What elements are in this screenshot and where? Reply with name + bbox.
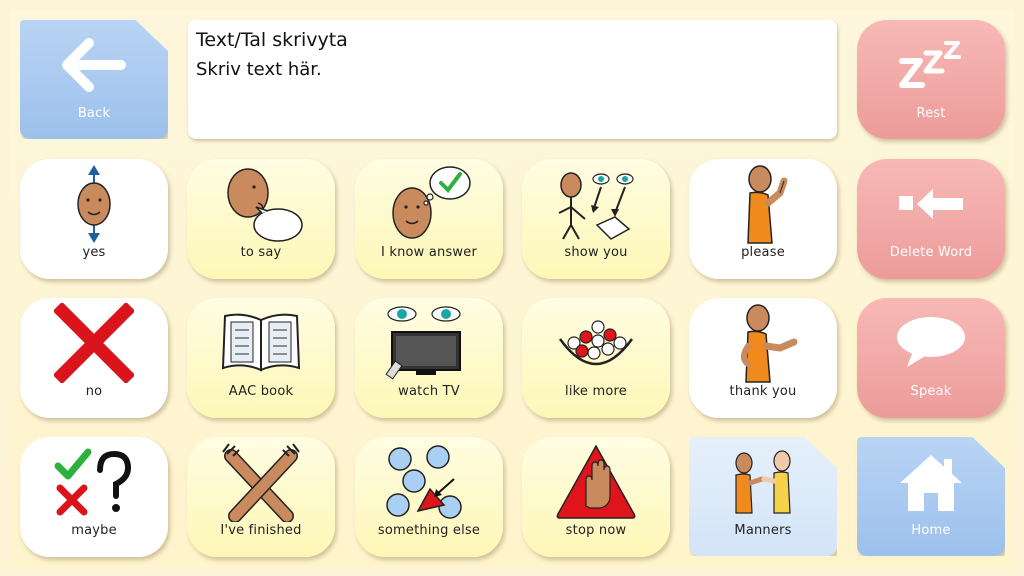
sleep-zzz-icon <box>857 20 1005 110</box>
text-area-placeholder: Skriv text här. <box>196 59 322 80</box>
back-button[interactable]: Back <box>20 20 168 139</box>
ive-finished-label: I've finished <box>220 523 302 538</box>
delete-word-icon <box>857 159 1005 249</box>
rest-label: Rest <box>916 106 946 121</box>
to-say-label: to say <box>240 245 282 260</box>
show-you-button[interactable]: show you <box>522 159 670 279</box>
something-else-icon <box>355 437 503 527</box>
manners-folder-button[interactable]: Manners <box>689 437 837 556</box>
stop-hand-icon <box>522 437 670 527</box>
bowl-of-balls-icon <box>522 298 670 388</box>
watch-tv-label: watch TV <box>398 384 460 399</box>
show-you-icon <box>522 159 670 249</box>
please-label: please <box>741 245 785 260</box>
i-know-answer-label: I know answer <box>380 245 477 260</box>
delete-word-label: Delete Word <box>889 245 973 260</box>
something-else-label: something else <box>377 523 481 538</box>
speaking-person-icon <box>187 159 335 249</box>
back-arrow-icon <box>20 20 168 110</box>
aac-book-label: AAC book <box>228 384 294 399</box>
stop-now-button[interactable]: stop now <box>522 437 670 557</box>
delete-word-button[interactable]: Delete Word <box>857 159 1005 279</box>
i-know-answer-button[interactable]: I know answer <box>355 159 503 279</box>
maybe-label: maybe <box>71 523 117 538</box>
something-else-button[interactable]: something else <box>355 437 503 557</box>
maybe-button[interactable]: maybe <box>20 437 168 557</box>
speech-bubble-icon <box>857 298 1005 388</box>
back-label: Back <box>77 106 111 121</box>
speak-label: Speak <box>910 384 952 399</box>
manners-people-icon <box>689 437 837 527</box>
thank-you-button[interactable]: thank you <box>689 298 837 418</box>
yes-label: yes <box>82 245 106 260</box>
yes-nod-icon <box>20 159 168 249</box>
home-button[interactable]: Home <box>857 437 1005 556</box>
stop-now-label: stop now <box>565 523 627 538</box>
ive-finished-button[interactable]: I've finished <box>187 437 335 557</box>
crossed-arms-icon <box>187 437 335 527</box>
thank-you-person-icon <box>689 298 837 388</box>
yes-button[interactable]: yes <box>20 159 168 279</box>
watch-tv-button[interactable]: watch TV <box>355 298 503 418</box>
speak-button[interactable]: Speak <box>857 298 1005 418</box>
message-text-area[interactable]: Text/Tal skrivyta Skriv text här. <box>188 20 837 139</box>
home-label: Home <box>911 523 951 538</box>
please-button[interactable]: please <box>689 159 837 279</box>
like-more-label: like more <box>565 384 627 399</box>
home-icon <box>857 437 1005 527</box>
red-cross-icon <box>20 298 168 388</box>
to-say-button[interactable]: to say <box>187 159 335 279</box>
no-label: no <box>85 384 103 399</box>
rest-button[interactable]: Rest <box>857 20 1005 139</box>
show-you-label: show you <box>564 245 628 260</box>
please-person-icon <box>689 159 837 249</box>
thank-you-label: thank you <box>729 384 797 399</box>
aac-book-button[interactable]: AAC book <box>187 298 335 418</box>
thinking-check-icon <box>355 159 503 249</box>
open-book-icon <box>187 298 335 388</box>
text-area-title: Text/Tal skrivyta <box>196 29 348 51</box>
like-more-button[interactable]: like more <box>522 298 670 418</box>
watch-tv-icon <box>355 298 503 388</box>
no-button[interactable]: no <box>20 298 168 418</box>
manners-label: Manners <box>734 523 792 538</box>
maybe-check-cross-question-icon <box>20 437 168 527</box>
